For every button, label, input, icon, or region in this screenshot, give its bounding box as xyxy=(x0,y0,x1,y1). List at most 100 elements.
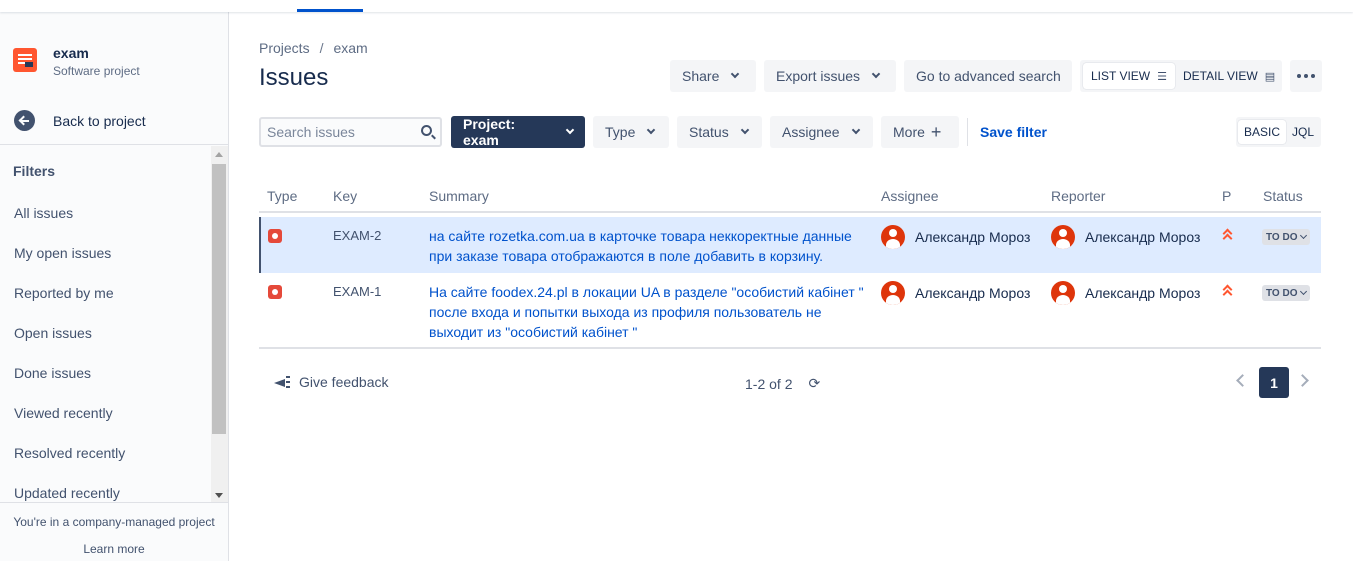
list-view-button[interactable]: LIST VIEW ☰ xyxy=(1083,63,1176,89)
scrollbar-thumb[interactable] xyxy=(212,164,226,434)
more-actions-button[interactable] xyxy=(1290,60,1322,92)
status-label: TO DO xyxy=(1266,287,1298,299)
reporter-name: Александр Мороз xyxy=(1085,229,1201,245)
breadcrumb-separator: / xyxy=(319,40,324,56)
back-to-project-label: Back to project xyxy=(53,112,146,129)
table-row[interactable]: EXAM-2 на сайте rozetka.com.ua в карточк… xyxy=(259,217,1321,273)
pagination-prev-icon[interactable] xyxy=(1236,374,1249,387)
plus-icon: + xyxy=(930,122,942,142)
results-count: 1-2 of 2 ⟳ xyxy=(745,375,820,392)
give-feedback-label: Give feedback xyxy=(299,374,389,390)
detail-view-button[interactable]: DETAIL VIEW ▤ xyxy=(1175,63,1283,89)
detail-view-icon: ▤ xyxy=(1264,70,1276,83)
status-filter-button[interactable]: Status xyxy=(677,116,762,148)
project-header[interactable]: exam Software project xyxy=(13,44,140,80)
export-issues-button[interactable]: Export issues xyxy=(764,60,896,92)
toolbar-divider xyxy=(967,118,968,146)
reporter-cell[interactable]: Александр Мороз xyxy=(1051,281,1200,305)
save-filter-link[interactable]: Save filter xyxy=(980,124,1047,140)
scroll-down-arrow-icon[interactable] xyxy=(215,493,223,498)
filter-list: All issues My open issues Reported by me… xyxy=(14,205,125,502)
back-to-project-button[interactable]: Back to project xyxy=(14,110,146,131)
chevron-down-icon xyxy=(871,69,881,79)
sidebar-footer: You're in a company-managed project Lear… xyxy=(0,502,228,556)
pagination-next-icon[interactable] xyxy=(1296,374,1309,387)
list-view-label: LIST VIEW xyxy=(1091,69,1151,83)
scroll-up-arrow-icon[interactable] xyxy=(215,152,223,157)
assignee-name: Александр Мороз xyxy=(915,285,1031,301)
reporter-cell[interactable]: Александр Мороз xyxy=(1051,225,1200,249)
chevron-down-icon xyxy=(1300,231,1308,240)
column-header-assignee[interactable]: Assignee xyxy=(881,188,939,204)
breadcrumb-projects[interactable]: Projects xyxy=(259,40,310,56)
sidebar-scrollbar[interactable] xyxy=(211,146,228,502)
list-icon: ☰ xyxy=(1157,70,1168,83)
chevron-down-icon xyxy=(740,125,749,135)
page-title: Issues xyxy=(259,64,329,91)
column-header-priority[interactable]: P xyxy=(1222,188,1231,204)
pagination-current-page[interactable]: 1 xyxy=(1259,367,1289,398)
table-row[interactable]: EXAM-1 На сайте foodex.24.pl в локации U… xyxy=(259,273,1321,349)
column-header-status[interactable]: Status xyxy=(1263,188,1303,204)
bug-icon xyxy=(268,229,282,243)
results-count-label: 1-2 of 2 xyxy=(745,375,793,392)
jql-mode-button[interactable]: JQL xyxy=(1286,120,1320,144)
issue-key[interactable]: EXAM-1 xyxy=(333,284,381,299)
column-header-key[interactable]: Key xyxy=(333,188,357,204)
chevron-down-icon xyxy=(851,125,860,135)
type-filter-button[interactable]: Type xyxy=(593,116,669,148)
give-feedback-button[interactable]: Give feedback xyxy=(272,373,389,391)
learn-more-link[interactable]: Learn more xyxy=(0,542,228,556)
more-filters-label: More xyxy=(893,124,925,140)
breadcrumb-exam[interactable]: exam xyxy=(333,40,367,56)
reporter-name: Александр Мороз xyxy=(1085,285,1201,301)
filter-item-my-open-issues[interactable]: My open issues xyxy=(14,245,125,285)
chevron-down-icon xyxy=(731,69,740,79)
more-dot xyxy=(1297,74,1301,78)
more-dot xyxy=(1304,74,1308,78)
issue-summary[interactable]: На сайте foodex.24.pl в локации UA в раз… xyxy=(429,282,869,342)
megaphone-icon xyxy=(272,373,292,391)
chevron-down-icon xyxy=(565,125,575,135)
status-dropdown[interactable]: TO DO xyxy=(1262,285,1311,301)
refresh-icon[interactable]: ⟳ xyxy=(808,375,820,392)
filters-heading: Filters xyxy=(13,163,56,179)
more-filters-button[interactable]: More + xyxy=(881,116,959,148)
basic-mode-button[interactable]: BASIC xyxy=(1238,120,1287,144)
filter-item-open-issues[interactable]: Open issues xyxy=(14,325,125,365)
advanced-search-button[interactable]: Go to advanced search xyxy=(904,60,1072,92)
filter-item-all-issues[interactable]: All issues xyxy=(14,205,125,245)
search-input[interactable] xyxy=(267,124,407,140)
company-managed-note: You're in a company-managed project xyxy=(13,515,215,529)
filter-item-done-issues[interactable]: Done issues xyxy=(14,365,125,405)
export-label: Export issues xyxy=(776,68,861,84)
assignee-cell[interactable]: Александр Мороз xyxy=(881,225,1030,249)
filter-item-reported-by-me[interactable]: Reported by me xyxy=(14,285,125,325)
share-button[interactable]: Share xyxy=(670,60,756,92)
column-header-reporter[interactable]: Reporter xyxy=(1051,188,1105,204)
avatar xyxy=(881,225,905,249)
column-header-type[interactable]: Type xyxy=(267,188,297,204)
filter-item-updated-recently[interactable]: Updated recently xyxy=(14,485,125,502)
top-navigation xyxy=(0,0,1353,12)
search-box xyxy=(259,117,442,147)
issues-table: Type Key Summary Assignee Reporter P Sta… xyxy=(259,180,1321,349)
issue-summary[interactable]: на сайте rozetka.com.ua в карточке товар… xyxy=(429,226,869,266)
project-name: exam xyxy=(53,45,89,61)
column-header-summary[interactable]: Summary xyxy=(429,188,489,204)
project-filter-button[interactable]: Project: exam xyxy=(451,116,585,148)
search-icon[interactable] xyxy=(421,125,432,136)
issue-key[interactable]: EXAM-2 xyxy=(333,228,381,243)
assignee-cell[interactable]: Александр Мороз xyxy=(881,281,1030,305)
avatar xyxy=(881,281,905,305)
project-avatar-icon xyxy=(13,48,37,72)
type-filter-label: Type xyxy=(605,124,636,140)
assignee-filter-button[interactable]: Assignee xyxy=(770,116,873,148)
filter-item-resolved-recently[interactable]: Resolved recently xyxy=(14,445,125,485)
view-toggle: LIST VIEW ☰ DETAIL VIEW ▤ xyxy=(1080,60,1282,92)
more-dot xyxy=(1311,74,1315,78)
filter-item-viewed-recently[interactable]: Viewed recently xyxy=(14,405,125,445)
avatar xyxy=(1051,225,1075,249)
status-dropdown[interactable]: TO DO xyxy=(1262,229,1311,245)
active-tab-indicator xyxy=(297,9,363,12)
